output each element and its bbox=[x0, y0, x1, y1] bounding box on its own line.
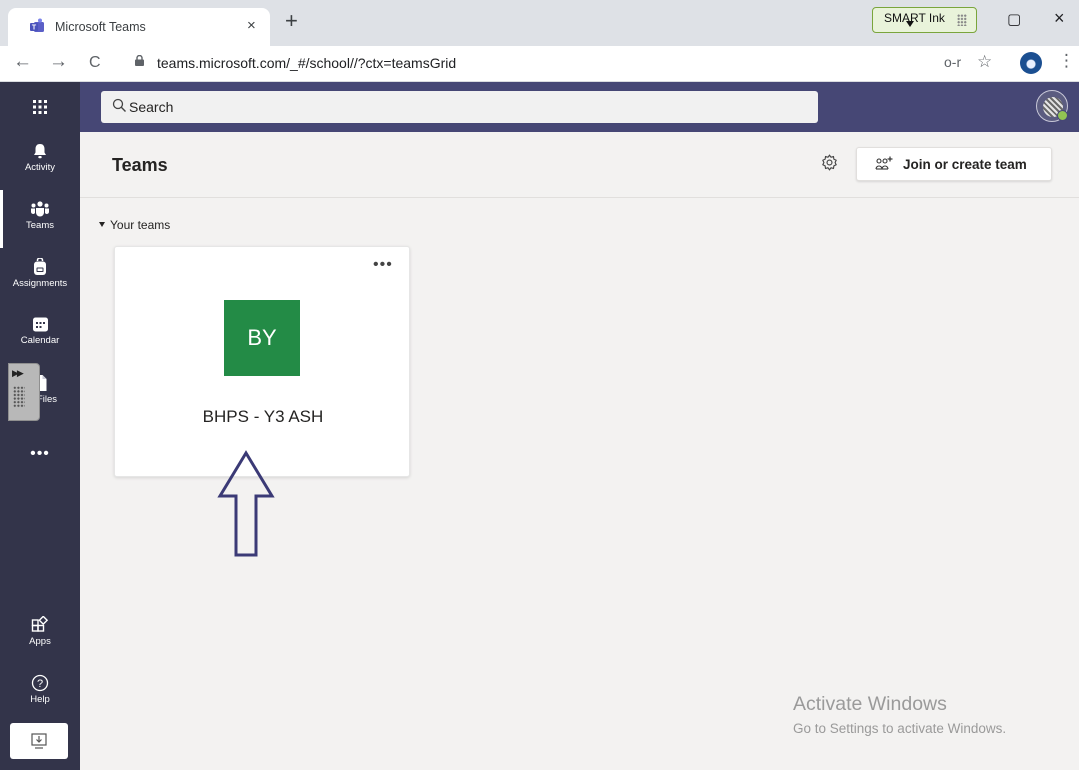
teams-favicon-icon: T bbox=[30, 18, 44, 32]
grip-icon[interactable] bbox=[13, 386, 25, 408]
tab-close-icon[interactable]: × bbox=[247, 17, 256, 34]
active-indicator bbox=[0, 190, 3, 248]
close-window-button[interactable]: × bbox=[1054, 8, 1065, 29]
key-icon[interactable]: o-r bbox=[944, 54, 961, 70]
help-icon: ? bbox=[31, 674, 49, 692]
bookmark-star-icon[interactable]: ☆ bbox=[977, 52, 992, 72]
smart-ink-label: SMART Ink bbox=[884, 11, 945, 25]
annotation-up-arrow-icon bbox=[217, 450, 275, 557]
main-content: Teams Join or create team Your teams •••… bbox=[80, 132, 1079, 770]
more-apps-icon[interactable]: ••• bbox=[0, 445, 80, 463]
rail-label: Apps bbox=[29, 636, 51, 647]
team-card[interactable]: ••• BY BHPS - Y3 ASH bbox=[114, 246, 410, 477]
browser-menu-icon[interactable]: ⋮ bbox=[1058, 51, 1075, 71]
backpack-icon bbox=[34, 258, 46, 275]
section-title-your-teams[interactable]: Your teams bbox=[110, 218, 170, 232]
app-launcher-icon[interactable] bbox=[0, 82, 80, 132]
grip-icon[interactable] bbox=[957, 14, 967, 26]
svg-text:?: ? bbox=[37, 678, 43, 690]
rail-item-teams[interactable]: Teams bbox=[0, 190, 80, 248]
team-name: BHPS - Y3 ASH bbox=[202, 407, 324, 426]
browser-tab[interactable]: T Microsoft Teams × bbox=[8, 8, 270, 46]
new-tab-button[interactable]: + bbox=[285, 10, 298, 32]
tab-title: Microsoft Teams bbox=[55, 20, 146, 34]
activate-windows-subtitle: Go to Settings to activate Windows. bbox=[793, 721, 1007, 736]
chevron-down-icon[interactable] bbox=[906, 21, 914, 27]
join-or-create-team-button[interactable]: Join or create team bbox=[856, 147, 1052, 181]
rail-item-calendar[interactable]: Calendar bbox=[0, 306, 80, 364]
calendar-icon bbox=[32, 317, 48, 332]
browser-toolbar: ← → C teams.microsoft.com/_#/school//?ct… bbox=[0, 46, 1079, 82]
gear-icon[interactable] bbox=[820, 153, 839, 172]
browser-tab-strip: T Microsoft Teams × + SMART Ink ▢ × bbox=[0, 0, 1079, 46]
restore-window-button[interactable]: ▢ bbox=[1007, 10, 1021, 28]
bell-icon bbox=[34, 144, 46, 159]
page-header: Teams Join or create team bbox=[80, 132, 1079, 198]
rail-label: Help bbox=[30, 694, 50, 705]
page-title: Teams bbox=[112, 155, 168, 175]
download-icon bbox=[31, 733, 47, 749]
team-avatar: BY bbox=[224, 300, 300, 376]
apps-icon bbox=[31, 616, 49, 632]
back-button[interactable]: ← bbox=[13, 51, 32, 73]
rail-item-assignments[interactable]: Assignments bbox=[0, 248, 80, 306]
search-input[interactable]: Search bbox=[101, 91, 818, 123]
caret-down-icon[interactable] bbox=[99, 222, 105, 227]
rail-label: Calendar bbox=[20, 335, 60, 346]
teams-icon bbox=[31, 201, 49, 217]
teams-app-header: Search bbox=[0, 82, 1079, 132]
app-rail: Activity Teams Assignments Calendar File… bbox=[0, 132, 80, 770]
profile-avatar[interactable] bbox=[1020, 52, 1042, 74]
presence-available-icon bbox=[1057, 110, 1068, 121]
reload-button[interactable]: C bbox=[89, 52, 101, 74]
svg-text:T: T bbox=[32, 25, 37, 32]
rail-item-help[interactable]: ? Help bbox=[0, 664, 80, 722]
search-placeholder: Search bbox=[129, 99, 174, 115]
rail-item-activity[interactable]: Activity bbox=[0, 132, 80, 190]
rail-label: Assignments bbox=[12, 278, 68, 289]
activate-windows-watermark: Activate Windows bbox=[793, 693, 947, 715]
search-icon bbox=[112, 98, 126, 112]
smart-ink-toolbar[interactable]: SMART Ink bbox=[872, 7, 977, 33]
rail-label: Teams bbox=[26, 220, 54, 231]
rail-item-apps[interactable]: Apps bbox=[0, 606, 80, 664]
more-options-icon[interactable]: ••• bbox=[373, 257, 393, 273]
download-app-button[interactable] bbox=[10, 723, 68, 759]
forward-button[interactable]: → bbox=[49, 51, 68, 73]
smart-ink-side-handle[interactable]: ▶▶ bbox=[8, 363, 40, 421]
join-button-label: Join or create team bbox=[903, 157, 1027, 172]
lock-icon[interactable] bbox=[135, 55, 144, 66]
expand-arrows-icon[interactable]: ▶▶ bbox=[12, 368, 24, 379]
rail-label: Activity bbox=[24, 162, 56, 173]
add-team-icon bbox=[875, 156, 893, 170]
address-bar[interactable]: teams.microsoft.com/_#/school//?ctx=team… bbox=[157, 55, 456, 71]
